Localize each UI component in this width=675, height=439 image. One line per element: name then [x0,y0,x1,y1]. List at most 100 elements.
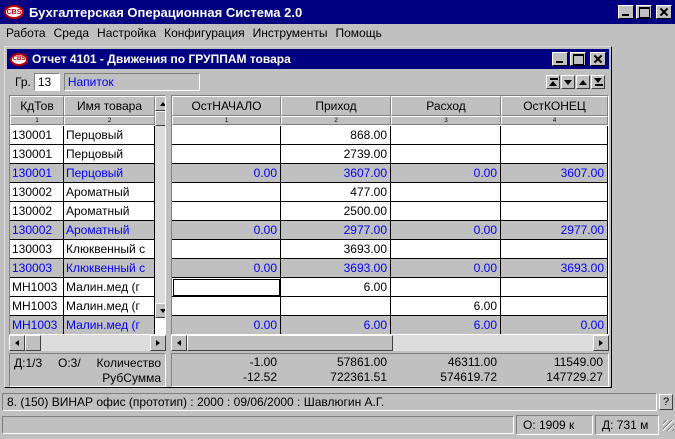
menu-item-work[interactable]: Работа [2,26,50,40]
cell-income[interactable]: 2739.00 [281,145,391,164]
cell-expense[interactable] [391,278,501,297]
vertical-scrollbar[interactable] [155,96,165,318]
scroll-right-button[interactable] [150,335,166,351]
cell-product-code[interactable]: МН1003 [10,297,64,316]
cell-closing-balance[interactable] [501,202,608,221]
table-row[interactable]: 6.00 [172,297,608,316]
scroll-thumb[interactable] [25,335,41,351]
table-row[interactable]: 477.00 [172,183,608,202]
cell-product-code[interactable]: 130002 [10,183,64,202]
cell-opening-balance[interactable] [172,202,281,221]
cell-income[interactable]: 6.00 [281,316,391,334]
cell-expense[interactable]: 6.00 [391,297,501,316]
cell-product-code[interactable]: 130001 [10,126,64,145]
table-row[interactable]: 6.00 [172,278,608,297]
menu-item-settings[interactable]: Настройка [93,26,160,40]
table-row[interactable]: МН1003 Малин.мед (г [10,278,155,297]
table-row-subtotal[interactable]: 130002 Ароматный [10,221,155,240]
table-row[interactable]: 2739.00 [172,145,608,164]
cell-opening-balance[interactable]: 0.00 [172,259,281,278]
cell-opening-balance[interactable]: 0.00 [172,164,281,183]
movements-grid[interactable]: ОстНАЧАЛО Приход Расход ОстКОНЕЦ 1 2 3 4… [171,95,609,335]
cell-opening-balance[interactable] [172,278,281,297]
cell-closing-balance[interactable]: 3607.00 [501,164,608,183]
cell-opening-balance[interactable] [172,126,281,145]
cell-expense[interactable]: 0.00 [391,259,501,278]
scroll-thumb[interactable] [187,335,393,351]
cell-expense[interactable]: 0.00 [391,221,501,240]
first-record-icon[interactable] [546,75,560,89]
cell-closing-balance[interactable] [501,183,608,202]
column-header-opening-balance[interactable]: ОстНАЧАЛО [172,96,281,116]
table-row[interactable]: 130003 Клюквенный с [10,240,155,259]
cell-opening-balance[interactable] [172,183,281,202]
table-row[interactable]: 2500.00 [172,202,608,221]
cell-expense[interactable]: 6.00 [391,316,501,334]
cell-closing-balance[interactable]: 2977.00 [501,221,608,240]
column-header-code[interactable]: КдТов [10,96,64,116]
horizontal-scrollbar-left[interactable] [9,335,166,351]
cell-expense[interactable]: 0.00 [391,164,501,183]
cell-income[interactable]: 2977.00 [281,221,391,240]
table-row[interactable]: МН1003 Малин.мед (г [10,297,155,316]
cell-opening-balance[interactable]: 0.00 [172,316,281,334]
table-row[interactable]: 130002 Ароматный [10,183,155,202]
previous-record-up-icon[interactable] [576,75,590,89]
column-header-expense[interactable]: Расход [391,96,501,116]
cell-product-name[interactable]: Перцовый [64,126,155,145]
cell-closing-balance[interactable] [501,145,608,164]
cell-expense[interactable] [391,126,501,145]
cell-income[interactable]: 3607.00 [281,164,391,183]
cell-product-code[interactable]: 130001 [10,145,64,164]
horizontal-scrollbar-right[interactable] [171,335,609,351]
table-row[interactable]: 868.00 [172,126,608,145]
report-title-bar[interactable]: CBS Отчет 4101 - Движения по ГРУППАМ тов… [7,49,609,69]
cell-product-name[interactable]: Перцовый [64,164,155,183]
table-row-subtotal[interactable]: 0.00 3607.00 0.00 3607.00 [172,164,608,183]
cell-product-name[interactable]: Ароматный [64,183,155,202]
table-row[interactable]: 130001 Перцовый [10,145,155,164]
cell-income[interactable]: 2500.00 [281,202,391,221]
help-button[interactable]: ? [659,394,673,410]
cell-product-name[interactable]: Малин.мед (г [64,278,155,297]
table-row-subtotal[interactable]: МН1003 Малин.мед (г [10,316,155,334]
table-row[interactable]: 130001 Перцовый [10,126,155,145]
cell-income[interactable]: 868.00 [281,126,391,145]
cell-income[interactable]: 477.00 [281,183,391,202]
cell-opening-balance[interactable]: 0.00 [172,221,281,240]
column-header-name[interactable]: Имя товара [64,96,155,116]
scroll-left-button[interactable] [171,335,187,351]
cell-closing-balance[interactable]: 0.00 [501,316,608,334]
product-grid[interactable]: КдТов Имя товара 1 2 130001 Перцовый 13000… [9,95,166,335]
cell-product-name[interactable]: Клюквенный с [64,240,155,259]
cell-opening-balance[interactable] [172,145,281,164]
scroll-right-button[interactable] [593,335,609,351]
cell-product-name[interactable]: Малин.мед (г [64,316,155,334]
report-close-button[interactable] [590,52,606,66]
cell-closing-balance[interactable] [501,278,608,297]
cell-product-code[interactable]: 130002 [10,221,64,240]
column-header-closing-balance[interactable]: ОстКОНЕЦ [501,96,608,116]
cell-income[interactable]: 3693.00 [281,259,391,278]
cell-income[interactable]: 3693.00 [281,240,391,259]
app-title-bar[interactable]: CBS Бухгалтерская Операционная Система 2… [0,0,675,24]
report-maximize-button[interactable] [570,52,586,66]
group-code-input[interactable]: 13 [33,73,60,91]
cell-closing-balance[interactable] [501,240,608,259]
cell-product-name[interactable]: Перцовый [64,145,155,164]
cell-expense[interactable] [391,183,501,202]
last-record-icon[interactable] [591,75,605,89]
cell-product-code[interactable]: 130003 [10,259,64,278]
cell-product-code[interactable]: МН1003 [10,278,64,297]
resize-grip-icon[interactable] [661,418,675,432]
menu-item-help[interactable]: Помощь [331,26,385,40]
scroll-down-button[interactable] [155,303,165,318]
column-header-income[interactable]: Приход [281,96,391,116]
menu-item-environment[interactable]: Среда [50,26,93,40]
cell-product-name[interactable]: Клюквенный с [64,259,155,278]
table-row-subtotal[interactable]: 0.00 6.00 6.00 0.00 [172,316,608,334]
menu-item-tools[interactable]: Инструменты [249,26,332,40]
cell-product-code[interactable]: 130003 [10,240,64,259]
cell-expense[interactable] [391,202,501,221]
scroll-thumb[interactable] [155,111,165,126]
